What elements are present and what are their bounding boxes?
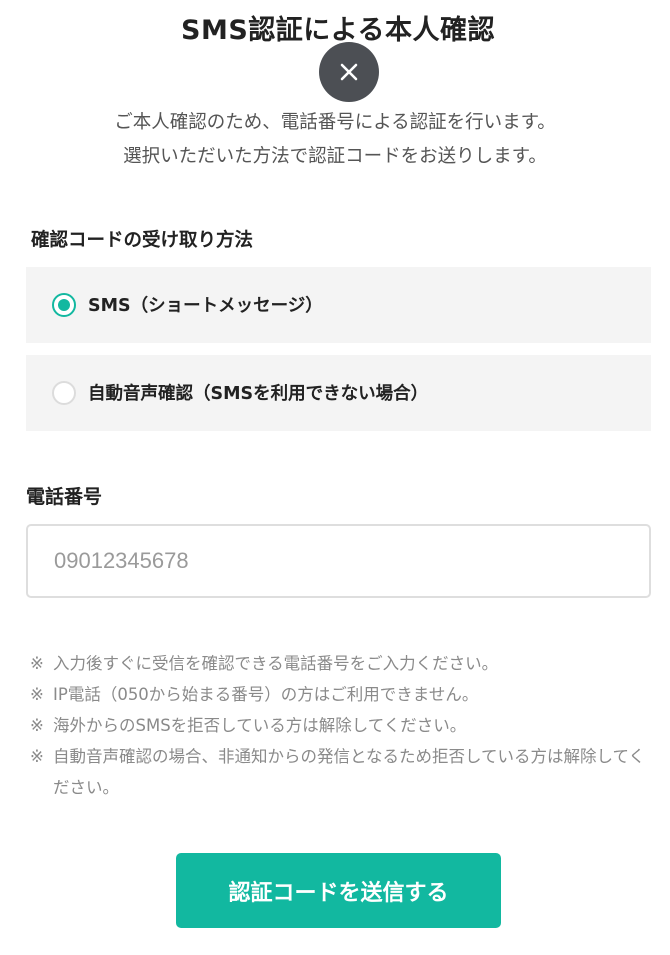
method-option-label: SMS（ショートメッセージ） bbox=[88, 296, 323, 316]
note-item: ※ 入力後すぐに受信を確認できる電話番号をご入力ください。 bbox=[30, 648, 658, 679]
note-mark: ※ bbox=[30, 685, 44, 704]
method-option-sms[interactable]: SMS（ショートメッセージ） bbox=[26, 267, 651, 343]
notes-list: ※ 入力後すぐに受信を確認できる電話番号をご入力ください。 ※ IP電話（050… bbox=[30, 648, 658, 803]
close-icon bbox=[340, 63, 358, 81]
modal-title: SMS認証による本人確認 bbox=[181, 15, 495, 46]
method-label: 確認コードの受け取り方法 bbox=[31, 230, 254, 251]
send-code-button[interactable]: 認証コードを送信する bbox=[176, 853, 501, 928]
method-option-voice[interactable]: 自動音声確認（SMSを利用できない場合） bbox=[26, 355, 651, 431]
radio-voice[interactable] bbox=[52, 381, 76, 405]
method-option-label: 自動音声確認（SMSを利用できない場合） bbox=[88, 384, 429, 404]
note-text: 海外からのSMSを拒否している方は解除してください。 bbox=[53, 716, 467, 735]
note-mark: ※ bbox=[30, 716, 44, 735]
intro-line: 選択いただいた方法で認証コードをお送りします。 bbox=[123, 146, 547, 167]
phone-number-input[interactable] bbox=[26, 524, 651, 598]
close-button[interactable] bbox=[319, 42, 379, 102]
phone-label: 電話番号 bbox=[26, 486, 103, 508]
note-text: 入力後すぐに受信を確認できる電話番号をご入力ください。 bbox=[53, 654, 499, 673]
note-text: IP電話（050から始まる番号）の方はご利用できません。 bbox=[53, 685, 479, 704]
note-text: 自動音声確認の場合、非通知からの発信となるため拒否している方は解除してください。 bbox=[53, 747, 646, 797]
radio-sms[interactable] bbox=[52, 293, 76, 317]
note-mark: ※ bbox=[30, 654, 44, 673]
note-item: ※ 自動音声確認の場合、非通知からの発信となるため拒否している方は解除してくださ… bbox=[30, 741, 658, 803]
sms-verification-modal: SMS認証による本人確認 ご本人確認のため、電話番号による認証を行います。 選択… bbox=[0, 0, 670, 955]
intro-line: ご本人確認のため、電話番号による認証を行います。 bbox=[114, 112, 556, 133]
intro-text: ご本人確認のため、電話番号による認証を行います。 選択いただいた方法で認証コード… bbox=[0, 106, 670, 174]
note-item: ※ IP電話（050から始まる番号）の方はご利用できません。 bbox=[30, 679, 658, 710]
note-item: ※ 海外からのSMSを拒否している方は解除してください。 bbox=[30, 710, 658, 741]
note-mark: ※ bbox=[30, 747, 44, 766]
